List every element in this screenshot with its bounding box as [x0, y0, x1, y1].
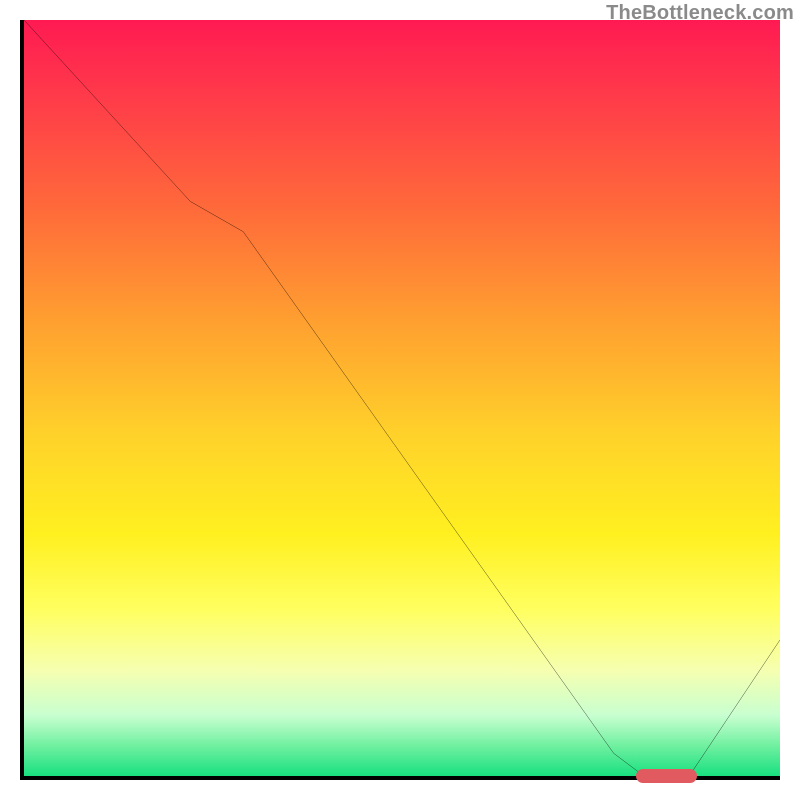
watermark: TheBottleneck.com — [606, 2, 794, 25]
optimal-range-marker — [636, 769, 696, 783]
bottleneck-chart — [20, 20, 780, 780]
bottleneck-curve — [24, 20, 780, 776]
